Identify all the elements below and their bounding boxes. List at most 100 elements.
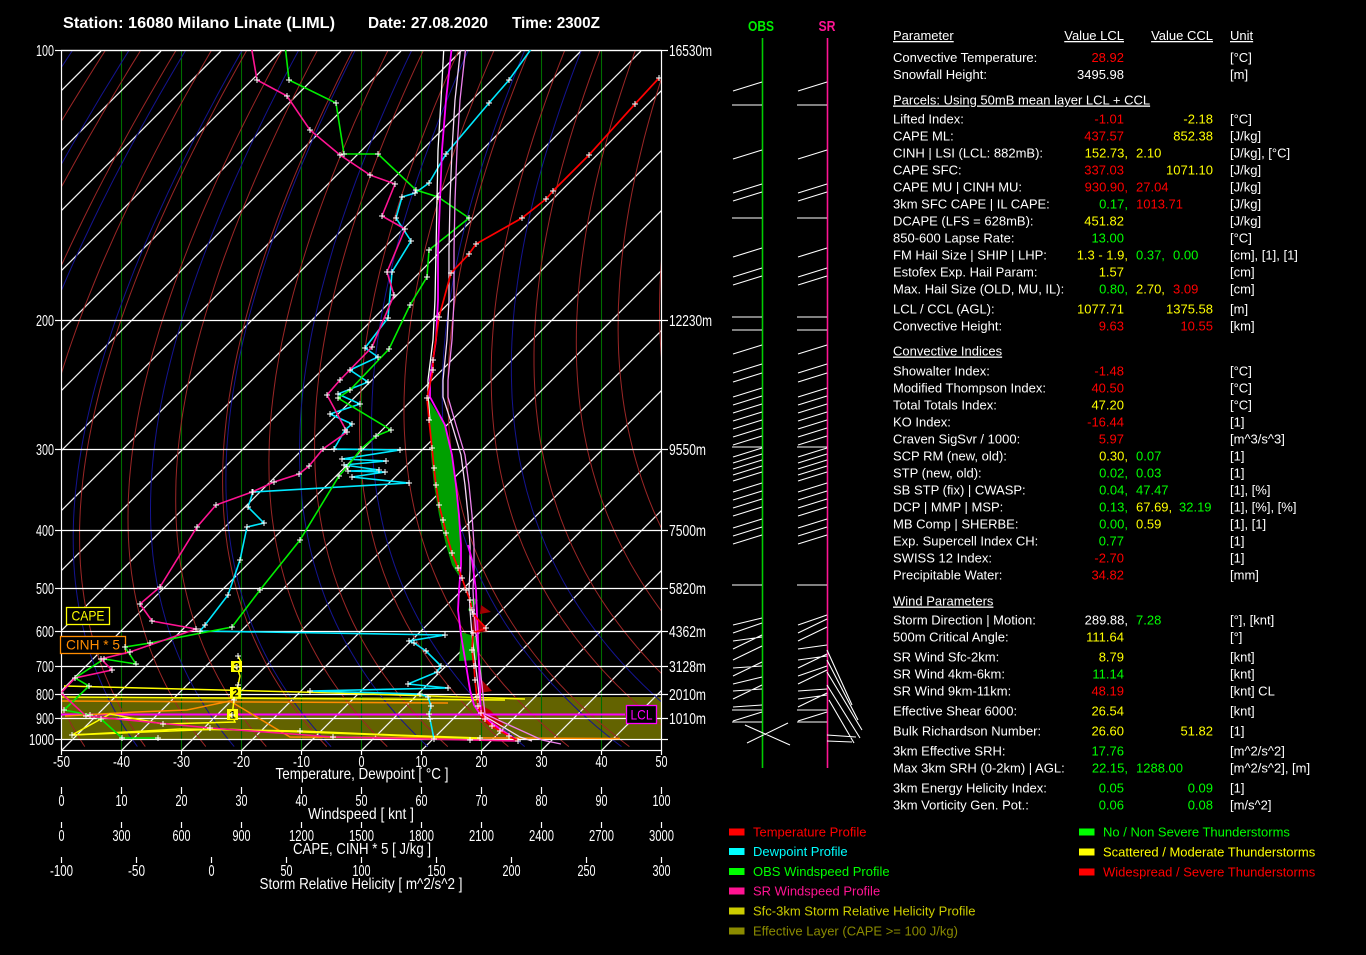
- svg-text:STP (new, old):: STP (new, old):: [893, 466, 982, 481]
- svg-text:80: 80: [536, 793, 548, 810]
- svg-text:32.19: 32.19: [1179, 500, 1212, 515]
- svg-text:40: 40: [596, 754, 608, 771]
- svg-text:Convective Indices: Convective Indices: [893, 344, 1003, 359]
- svg-text:100: 100: [36, 43, 54, 60]
- svg-text:152.73,: 152.73,: [1085, 146, 1128, 161]
- svg-text:0.00: 0.00: [1173, 248, 1198, 263]
- svg-text:Value LCL: Value LCL: [1064, 28, 1124, 43]
- svg-text:[°C]: [°C]: [1230, 381, 1252, 396]
- svg-text:3000: 3000: [649, 828, 674, 845]
- svg-text:437.57: 437.57: [1084, 129, 1124, 144]
- svg-text:1077.71: 1077.71: [1077, 302, 1124, 317]
- svg-text:0.04,: 0.04,: [1099, 483, 1128, 498]
- svg-text:500m Critical Angle:: 500m Critical Angle:: [893, 630, 1009, 645]
- svg-text:Effective Shear 6000:: Effective Shear 6000:: [893, 704, 1017, 719]
- svg-text:0.09: 0.09: [1188, 781, 1213, 796]
- svg-text:[J/kg], [°C]: [J/kg], [°C]: [1230, 146, 1290, 161]
- svg-text:2.10: 2.10: [1136, 146, 1161, 161]
- svg-text:3128m: 3128m: [669, 659, 706, 676]
- svg-text:[knt]: [knt]: [1230, 667, 1255, 682]
- svg-text:10: 10: [116, 793, 128, 810]
- svg-text:[m]: [m]: [1230, 302, 1248, 317]
- svg-text:600: 600: [36, 624, 54, 641]
- svg-text:Station: 16080 Milano Linate (: Station: 16080 Milano Linate (LIML): [63, 15, 335, 32]
- svg-text:Max. Hail Size (OLD, MU, IL):: Max. Hail Size (OLD, MU, IL):: [893, 282, 1064, 297]
- svg-text:Precipitable Water:: Precipitable Water:: [893, 568, 1002, 583]
- svg-text:DCP | MMP | MSP:: DCP | MMP | MSP:: [893, 500, 1003, 515]
- svg-text:[°C]: [°C]: [1230, 231, 1252, 246]
- svg-text:1.57: 1.57: [1099, 265, 1124, 280]
- svg-text:500: 500: [36, 581, 54, 598]
- svg-text:930.90,: 930.90,: [1085, 180, 1128, 195]
- svg-text:[°], [knt]: [°], [knt]: [1230, 613, 1274, 628]
- svg-text:9550m: 9550m: [669, 442, 706, 459]
- svg-text:[1]: [1]: [1230, 449, 1244, 464]
- svg-text:51.82: 51.82: [1180, 724, 1213, 739]
- svg-text:7.28: 7.28: [1136, 613, 1161, 628]
- svg-text:0.05: 0.05: [1099, 781, 1124, 796]
- svg-text:67.69,: 67.69,: [1136, 500, 1172, 515]
- svg-text:[m^2/s^2]: [m^2/s^2]: [1230, 744, 1285, 759]
- svg-text:2010m: 2010m: [669, 687, 706, 704]
- svg-text:DCAPE (LFS = 628mB):: DCAPE (LFS = 628mB):: [893, 214, 1034, 229]
- svg-text:[1], [%], [%]: [1], [%], [%]: [1230, 500, 1296, 515]
- svg-text:2.70,: 2.70,: [1136, 282, 1165, 297]
- svg-text:-1.01: -1.01: [1094, 112, 1124, 127]
- svg-text:[1]: [1]: [1230, 724, 1244, 739]
- svg-text:300: 300: [653, 863, 671, 880]
- svg-text:-1.48: -1.48: [1094, 364, 1124, 379]
- svg-text:-20: -20: [233, 754, 250, 771]
- svg-text:26.60: 26.60: [1091, 724, 1124, 739]
- svg-text:[m^3/s^3]: [m^3/s^3]: [1230, 432, 1285, 447]
- svg-text:[°C]: [°C]: [1230, 112, 1252, 127]
- svg-text:-2.18: -2.18: [1183, 112, 1213, 127]
- svg-text:[1]: [1]: [1230, 551, 1244, 566]
- svg-text:[cm]: [cm]: [1230, 282, 1255, 297]
- svg-text:[cm]: [cm]: [1230, 265, 1255, 280]
- svg-text:[1], [%]: [1], [%]: [1230, 483, 1270, 498]
- svg-text:200: 200: [503, 863, 521, 880]
- svg-text:50: 50: [656, 754, 668, 771]
- svg-text:[km]: [km]: [1230, 319, 1255, 334]
- svg-text:0.13,: 0.13,: [1099, 500, 1128, 515]
- svg-text:1013.71: 1013.71: [1136, 197, 1183, 212]
- svg-text:Unit: Unit: [1230, 28, 1254, 43]
- svg-text:Dewpoint Profile: Dewpoint Profile: [753, 844, 848, 859]
- svg-text:No / Non Severe Thunderstorms: No / Non Severe Thunderstorms: [1103, 825, 1290, 840]
- svg-text:-16.44: -16.44: [1087, 415, 1124, 430]
- svg-text:0.80,: 0.80,: [1099, 282, 1128, 297]
- svg-text:Exp. Supercell Index CH:: Exp. Supercell Index CH:: [893, 534, 1038, 549]
- svg-text:40: 40: [296, 793, 308, 810]
- svg-text:Convective Temperature:: Convective Temperature:: [893, 50, 1037, 65]
- svg-text:Time: 2300Z: Time: 2300Z: [512, 15, 600, 32]
- svg-text:0.07: 0.07: [1136, 449, 1161, 464]
- svg-text:47.47: 47.47: [1136, 483, 1169, 498]
- svg-text:SR: SR: [819, 18, 836, 35]
- svg-text:2: 2: [232, 688, 238, 700]
- svg-text:MB Comp | SHERBE:: MB Comp | SHERBE:: [893, 517, 1018, 532]
- svg-text:852.38: 852.38: [1173, 129, 1213, 144]
- svg-text:Showalter Index:: Showalter Index:: [893, 364, 990, 379]
- svg-text:Scattered / Moderate Thunderst: Scattered / Moderate Thunderstorms: [1103, 845, 1316, 860]
- svg-text:1288.00: 1288.00: [1136, 761, 1183, 776]
- svg-text:Parameter: Parameter: [893, 28, 954, 43]
- svg-text:12230m: 12230m: [669, 313, 712, 330]
- svg-text:8.79: 8.79: [1099, 650, 1124, 665]
- svg-text:Bulk Richardson Number:: Bulk Richardson Number:: [893, 724, 1041, 739]
- svg-text:SR Wind 9km-11km:: SR Wind 9km-11km:: [893, 684, 1011, 699]
- svg-text:Value CCL: Value CCL: [1151, 28, 1213, 43]
- svg-text:[J/kg]: [J/kg]: [1230, 163, 1261, 178]
- svg-text:Convective Height:: Convective Height:: [893, 319, 1002, 334]
- svg-text:20: 20: [476, 754, 488, 771]
- svg-text:SCP RM (new, old):: SCP RM (new, old):: [893, 449, 1007, 464]
- svg-text:CAPE MU | CINH MU:: CAPE MU | CINH MU:: [893, 180, 1022, 195]
- svg-text:3km Effective SRH:: 3km Effective SRH:: [893, 744, 1005, 759]
- svg-text:Temperature, Dewpoint [ °C ]: Temperature, Dewpoint [ °C ]: [276, 766, 449, 783]
- svg-text:-100: -100: [50, 863, 73, 880]
- svg-text:Windspeed [ knt ]: Windspeed [ knt ]: [308, 806, 414, 823]
- svg-text:600: 600: [173, 828, 191, 845]
- svg-text:27.04: 27.04: [1136, 180, 1169, 195]
- svg-text:SWISS 12 Index:: SWISS 12 Index:: [893, 551, 992, 566]
- svg-text:CINH | LSI (LCL: 882mB):: CINH | LSI (LCL: 882mB):: [893, 146, 1043, 161]
- svg-text:3.09: 3.09: [1173, 282, 1198, 297]
